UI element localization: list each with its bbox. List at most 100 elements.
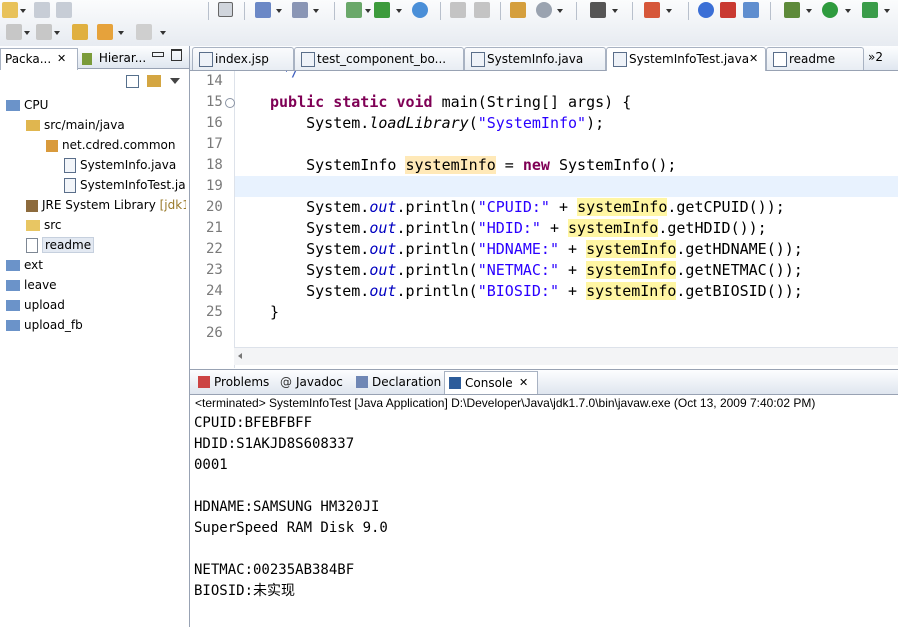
code-editor[interactable]: 14 15 16 17 18 19 20 21 22 23 24 25 26 *… [190,71,898,368]
tab-label: Declaration [372,375,442,389]
debug-dropdown-icon[interactable] [806,9,812,13]
tab-test-component[interactable]: test_component_bo... [294,47,464,70]
search-wizard-icon[interactable] [292,2,308,18]
deploy-icon[interactable] [346,2,362,18]
jsp-file-icon [199,52,213,67]
prev-annotation-dropdown-icon[interactable] [24,31,30,35]
toolbar-separator [500,2,501,20]
tab-hierarchy[interactable]: Hierar... [78,48,150,68]
line-number: 18 [206,157,223,173]
tab-javadoc[interactable]: @ Javadoc [276,371,348,393]
tab-index-jsp[interactable]: index.jsp [192,47,294,70]
globe-dropdown-icon[interactable] [557,9,563,13]
horizontal-scrollbar[interactable] [234,347,898,365]
tree-label: net.cdred.common [62,138,176,152]
tree-label: ext [24,258,43,272]
tree-label: src [44,218,62,232]
team-icon[interactable] [743,2,759,18]
toolbar-separator [244,2,245,20]
tab-systeminfo-java[interactable]: SystemInfo.java [464,47,606,70]
line-number: 26 [206,325,223,341]
tab-label: SystemInfo.java [487,52,584,66]
link-with-editor-icon[interactable] [147,75,161,87]
browser-icon[interactable] [412,2,428,18]
external-tools-icon[interactable] [644,2,660,18]
maximize-icon[interactable] [171,49,182,61]
tree-jre-library[interactable]: JRE System Library [jdk1 [26,195,186,215]
db-edit-icon[interactable] [474,2,490,18]
save-all-icon[interactable] [56,2,72,18]
forward-dropdown-icon[interactable] [160,31,166,35]
fold-collapse-icon[interactable] [225,98,235,108]
scroll-left-icon[interactable] [238,353,242,359]
tab-readme[interactable]: readme [766,47,864,70]
wizard-dropdown-icon[interactable] [276,9,282,13]
back-icon[interactable] [97,24,113,40]
wizard-icon[interactable] [255,2,271,18]
db-icon[interactable] [450,2,466,18]
toolbar-separator [576,2,577,20]
new-dropdown-icon[interactable] [20,9,26,13]
tree-project-ext[interactable]: ext [6,255,43,275]
camera-dropdown-icon[interactable] [612,9,618,13]
package-explorer-toolbar [0,69,189,93]
run-external-icon[interactable] [862,2,878,18]
close-icon[interactable]: ✕ [57,49,66,69]
tree-project-upload[interactable]: upload [6,295,65,315]
terminal-icon[interactable] [218,2,233,17]
external-tools-dropdown-icon[interactable] [666,9,672,13]
tree-project-leave[interactable]: leave [6,275,57,295]
deploy-dropdown-icon[interactable] [365,9,371,13]
project-icon [6,280,20,291]
tab-systeminfotest-java[interactable]: SystemInfoTest.java ✕ [606,47,766,71]
next-annotation-icon[interactable] [36,24,52,40]
tree-source-folder[interactable]: src/main/java [26,115,125,135]
editor-tabs: index.jsp test_component_bo... SystemInf… [190,46,898,71]
close-icon[interactable]: ✕ [519,372,528,394]
tab-overflow-button[interactable]: »2 [868,50,883,64]
tree-label: readme [42,237,95,253]
tree-package[interactable]: net.cdred.common [46,135,175,155]
new-icon[interactable] [2,2,18,18]
run-dropdown-icon[interactable] [845,9,851,13]
tree-file-systeminfotest[interactable]: SystemInfoTest.java [64,175,186,195]
view-menu-icon[interactable] [170,78,180,84]
next-annotation-dropdown-icon[interactable] [54,31,60,35]
camera-icon[interactable] [590,2,606,18]
search-wizard-dropdown-icon[interactable] [313,9,319,13]
code-line: System.out.println("NETMAC:" + systemInf… [270,261,803,279]
tab-package-explorer[interactable]: Packa... ✕ [0,48,78,70]
last-edit-icon[interactable] [72,24,88,40]
project-icon [6,260,20,271]
problems-icon [198,376,210,388]
collapse-all-icon[interactable] [126,75,139,88]
code-line: */ [282,71,301,80]
tree-folder-src[interactable]: src [26,215,62,235]
tree-project-upload-fb[interactable]: upload_fb [6,315,83,335]
web-icon[interactable] [510,2,526,18]
prev-annotation-icon[interactable] [6,24,22,40]
google-icon[interactable] [698,2,714,18]
globe-icon[interactable] [536,2,552,18]
tree-file-readme[interactable]: readme [26,235,95,255]
console-status: <terminated> SystemInfoTest [Java Applic… [195,396,816,410]
plugin-icon[interactable] [720,2,736,18]
tree-project-cpu[interactable]: CPU [6,95,48,115]
server-run-icon[interactable] [374,2,390,18]
tab-console[interactable]: Console ✕ [444,371,538,394]
console-view: Problems @ Javadoc Declaration Console ✕… [190,369,898,627]
debug-icon[interactable] [784,2,800,18]
tree-file-systeminfo[interactable]: SystemInfo.java [64,155,176,175]
run-external-dropdown-icon[interactable] [884,9,890,13]
code-line: } [270,303,280,321]
run-icon[interactable] [822,2,838,18]
tab-problems[interactable]: Problems [194,371,272,393]
server-dropdown-icon[interactable] [396,9,402,13]
close-icon[interactable]: ✕ [749,48,758,70]
save-icon[interactable] [34,2,50,18]
tab-declaration[interactable]: Declaration [352,371,444,393]
back-dropdown-icon[interactable] [118,31,124,35]
forward-icon[interactable] [136,24,152,40]
declaration-icon [356,376,368,388]
minimize-icon[interactable] [152,52,164,57]
